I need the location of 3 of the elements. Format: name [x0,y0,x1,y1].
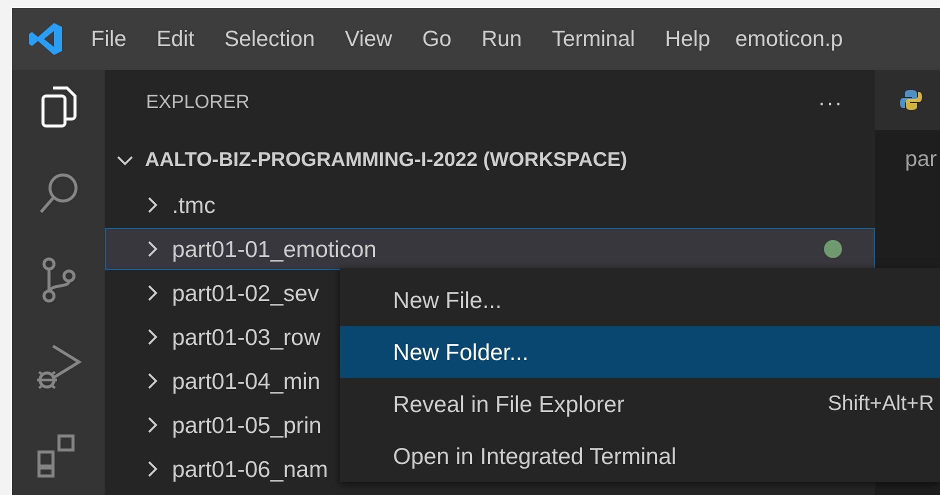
window-title: emoticon.p [734,26,843,52]
sidebar-title: EXPLORER [146,92,250,114]
shortcut-label: Shift+Alt+R [828,392,934,416]
